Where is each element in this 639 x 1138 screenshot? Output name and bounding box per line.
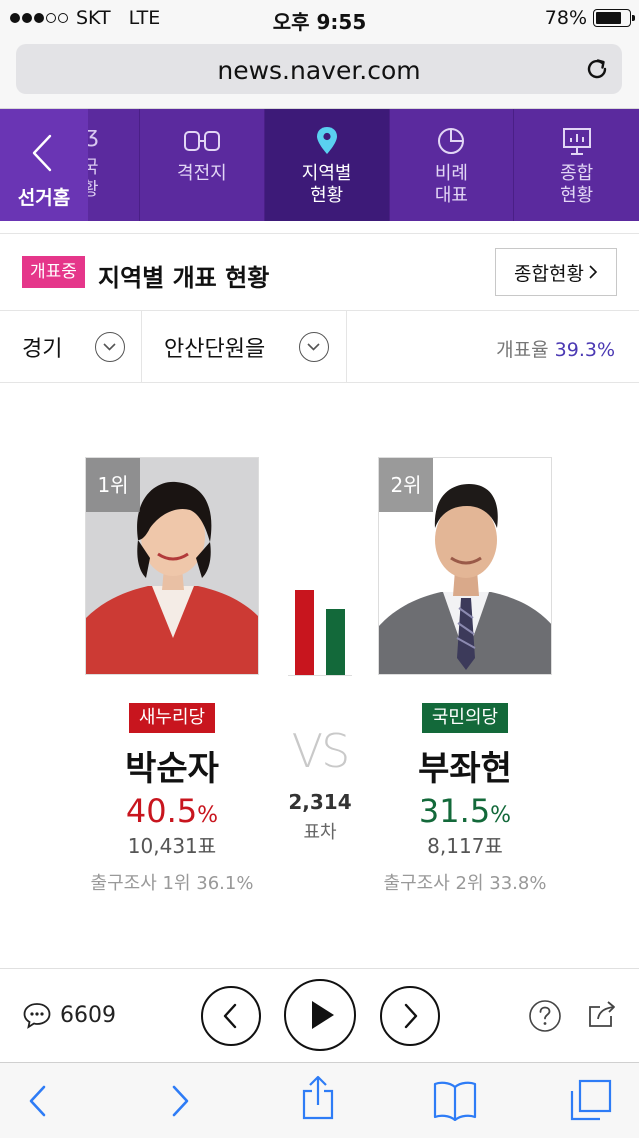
count-rate-value: 39.3% — [554, 339, 615, 361]
status-bar: SKT LTE 오후 9:55 78% — [0, 0, 639, 36]
counting-badge: 개표중 — [22, 256, 85, 288]
party-badge: 국민의당 — [421, 703, 509, 733]
vote-count: 10,431표 — [127, 834, 217, 858]
browser-address-area: news.naver.com — [0, 36, 639, 109]
vote-difference: 2,314 — [288, 790, 352, 814]
browser-back-icon[interactable] — [26, 1081, 50, 1121]
address-bar[interactable]: news.naver.com — [16, 44, 622, 94]
url-text[interactable]: news.naver.com — [16, 56, 622, 85]
tab-regional-status[interactable]: 지역별 현황 — [264, 109, 390, 221]
nav-tab-partial-label: 국 황 — [88, 157, 99, 201]
tab-battleground[interactable]: 격전지 — [140, 109, 265, 221]
page-title: 지역별 개표 현황 — [98, 264, 270, 292]
vote-difference-label: 표차 — [303, 822, 337, 843]
rank-badge: 1위 — [86, 458, 140, 512]
comment-count[interactable]: 6609 — [60, 1003, 116, 1028]
section-header: 개표중 지역별 개표 현황 종합현황 — [0, 233, 639, 311]
tab-proportional-label: 비례 대표 — [434, 163, 468, 206]
tabs-icon[interactable] — [568, 1079, 614, 1123]
location-pin-icon — [316, 127, 337, 154]
tab-regional-status-label: 지역별 현황 — [301, 163, 352, 206]
vote-percent: 31.5% — [335, 792, 595, 830]
exit-poll: 출구조사 2위 33.8% — [383, 873, 547, 894]
percent-sign: % — [490, 803, 512, 828]
next-button[interactable] — [380, 986, 440, 1046]
party-badge: 새누리당 — [128, 703, 216, 733]
nav-home-button[interactable]: 선거홈 — [0, 109, 88, 221]
partial-nav-icon: ʒ — [88, 123, 99, 148]
vote-percent: 40.5% — [42, 792, 302, 830]
battery-percent: 78% — [544, 7, 587, 29]
chevron-left-icon — [223, 1003, 237, 1029]
browser-share-icon[interactable] — [300, 1075, 336, 1121]
bottom-action-bar: 6609 — [0, 968, 639, 1062]
candidate-name: 박순자 — [125, 749, 219, 789]
vote-percent-value: 40.5 — [125, 792, 198, 830]
vote-count: 8,117표 — [427, 834, 503, 858]
vote-comparison-bars — [288, 590, 352, 676]
versus-icon — [183, 131, 220, 151]
region-select-value: 경기 — [22, 337, 63, 362]
region-select[interactable]: 경기 — [0, 311, 142, 383]
share-icon[interactable] — [586, 999, 618, 1029]
reload-icon[interactable] — [584, 56, 610, 82]
tab-overall-status-label: 종합 현황 — [560, 163, 594, 206]
count-rate-label: 개표율 — [496, 339, 549, 361]
election-nav: 선거홈 ʒ 국 황 격전지 지역별 현황 비례 대표 종합 현황 — [0, 109, 639, 221]
chevron-left-icon — [32, 134, 52, 172]
tab-battleground-label: 격전지 — [177, 163, 227, 184]
nav-tab-partial[interactable]: ʒ 국 황 — [88, 109, 140, 221]
battery-icon — [593, 9, 635, 27]
chevron-right-icon — [589, 265, 598, 279]
play-button[interactable] — [284, 979, 356, 1051]
pie-chart-icon — [438, 128, 465, 154]
browser-toolbar — [0, 1062, 639, 1138]
bookmarks-icon[interactable] — [432, 1079, 478, 1121]
candidate-name: 부좌현 — [418, 749, 512, 789]
district-select-value: 안산단원을 — [164, 337, 266, 362]
chevron-down-icon — [95, 332, 125, 362]
percent-sign: % — [197, 803, 219, 828]
play-icon — [312, 1001, 334, 1029]
rank-badge: 2위 — [379, 458, 433, 512]
status-right: 78% — [544, 7, 635, 29]
candidate-card-2[interactable]: 2위 국민의당 부좌현 31.5% 8,117표 출구조사 2위 33.8% — [335, 457, 595, 895]
candidate-card-1[interactable]: 1위 새누리당 박순자 40.5% 10,431표 출구조사 1위 36.1% — [42, 457, 302, 895]
browser-forward-icon[interactable] — [168, 1081, 192, 1121]
exit-poll: 출구조사 1위 36.1% — [90, 873, 254, 894]
filter-row: 경기 안산단원을 개표율 39.3% — [0, 311, 639, 383]
candidate-photo: 1위 — [85, 457, 259, 675]
summary-button[interactable]: 종합현황 — [495, 248, 617, 296]
comment-icon[interactable] — [22, 1001, 52, 1029]
chevron-right-icon — [404, 1003, 418, 1029]
previous-button[interactable] — [201, 986, 261, 1046]
board-chart-icon — [562, 128, 591, 155]
help-icon[interactable] — [528, 999, 562, 1033]
district-select[interactable]: 안산단원을 — [142, 311, 347, 383]
count-rate: 개표율 39.3% — [496, 335, 615, 362]
vs-label: VS — [291, 724, 351, 778]
tab-proportional[interactable]: 비례 대표 — [390, 109, 515, 221]
summary-button-label: 종합현황 — [514, 262, 584, 285]
vote-bar-1 — [295, 590, 314, 676]
chevron-down-icon — [299, 332, 329, 362]
nav-home-label: 선거홈 — [17, 187, 71, 209]
vote-bar-2 — [326, 609, 345, 676]
status-time: 오후 9:55 — [272, 10, 367, 34]
tab-overall-status[interactable]: 종합 현황 — [514, 109, 639, 221]
candidate-photo: 2위 — [378, 457, 552, 675]
vote-percent-value: 31.5 — [418, 792, 491, 830]
